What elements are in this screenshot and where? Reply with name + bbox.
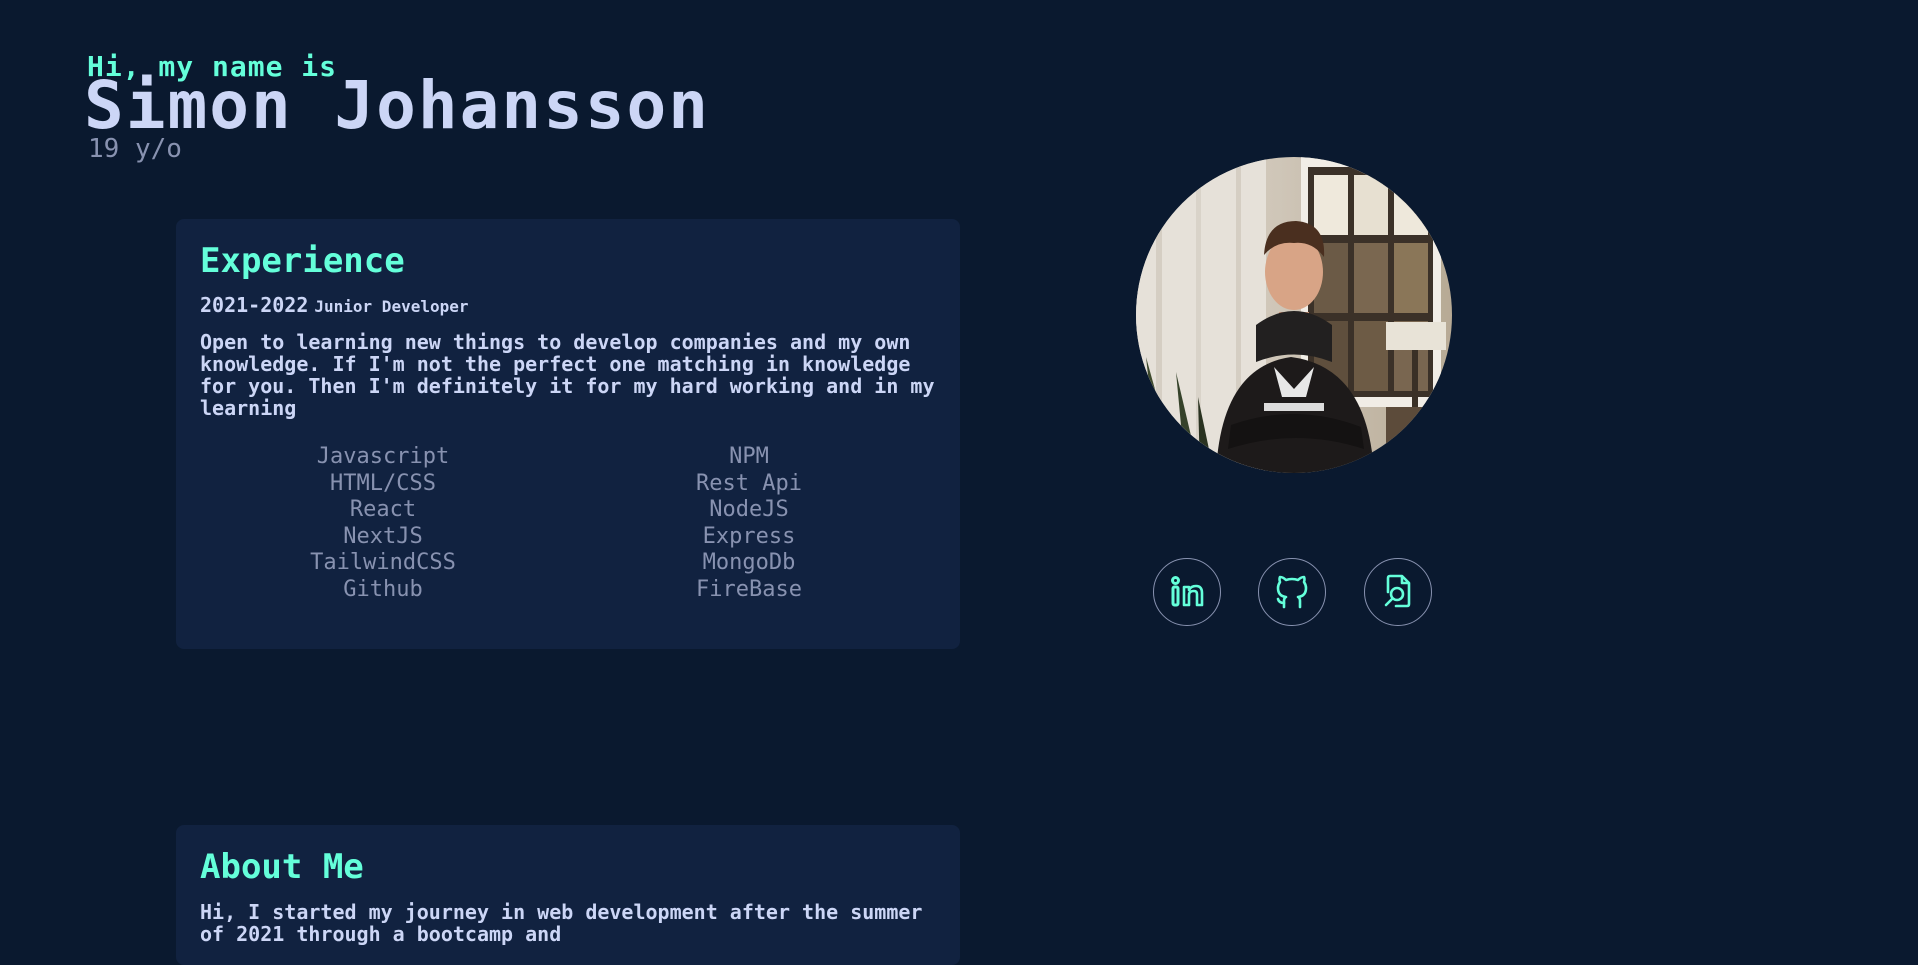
skill-item: NPM bbox=[729, 444, 769, 469]
skill-item: React bbox=[349, 497, 417, 523]
skill-item: NodeJS bbox=[709, 497, 789, 523]
experience-card: Experience 2021-2022 Junior Developer Ope… bbox=[176, 219, 960, 649]
skill-item: TailwindCSS bbox=[310, 550, 456, 576]
skill-item: FireBase bbox=[696, 576, 802, 602]
skill-item: HTML/CSS bbox=[330, 470, 436, 496]
skill-item: Javascript bbox=[316, 444, 450, 469]
experience-role: 2021-2022 Junior Developer bbox=[200, 293, 936, 317]
experience-title: Experience bbox=[200, 241, 405, 281]
skill-item: Github bbox=[343, 576, 423, 602]
profile-photo-illustration bbox=[1136, 157, 1452, 473]
github-button[interactable] bbox=[1258, 558, 1326, 626]
experience-description: Open to learning new things to develop c… bbox=[200, 330, 935, 420]
skill-item: Express bbox=[702, 523, 796, 549]
resume-icon bbox=[1384, 574, 1411, 608]
github-icon bbox=[1276, 575, 1308, 609]
about-card: About Me Hi, I started my journey in web… bbox=[176, 825, 960, 965]
skill-item: NextJS bbox=[343, 523, 423, 549]
skill-item: MongoDb bbox=[702, 550, 796, 576]
profile-photo bbox=[1136, 157, 1452, 473]
experience-years: 2021-2022 bbox=[200, 293, 309, 317]
linkedin-icon bbox=[1171, 576, 1204, 607]
about-text: Hi, I started my journey in web developm… bbox=[200, 900, 923, 946]
linkedin-button[interactable] bbox=[1153, 558, 1221, 626]
skills-list: Javascript NPM HTML/CSS Rest Api React N… bbox=[200, 444, 936, 603]
skill-item: Rest Api bbox=[696, 470, 802, 496]
intro-age: 19 y/o bbox=[88, 134, 182, 164]
experience-job-title: Junior Developer bbox=[314, 297, 469, 316]
resume-button[interactable] bbox=[1364, 558, 1432, 626]
about-title: About Me bbox=[200, 847, 364, 887]
